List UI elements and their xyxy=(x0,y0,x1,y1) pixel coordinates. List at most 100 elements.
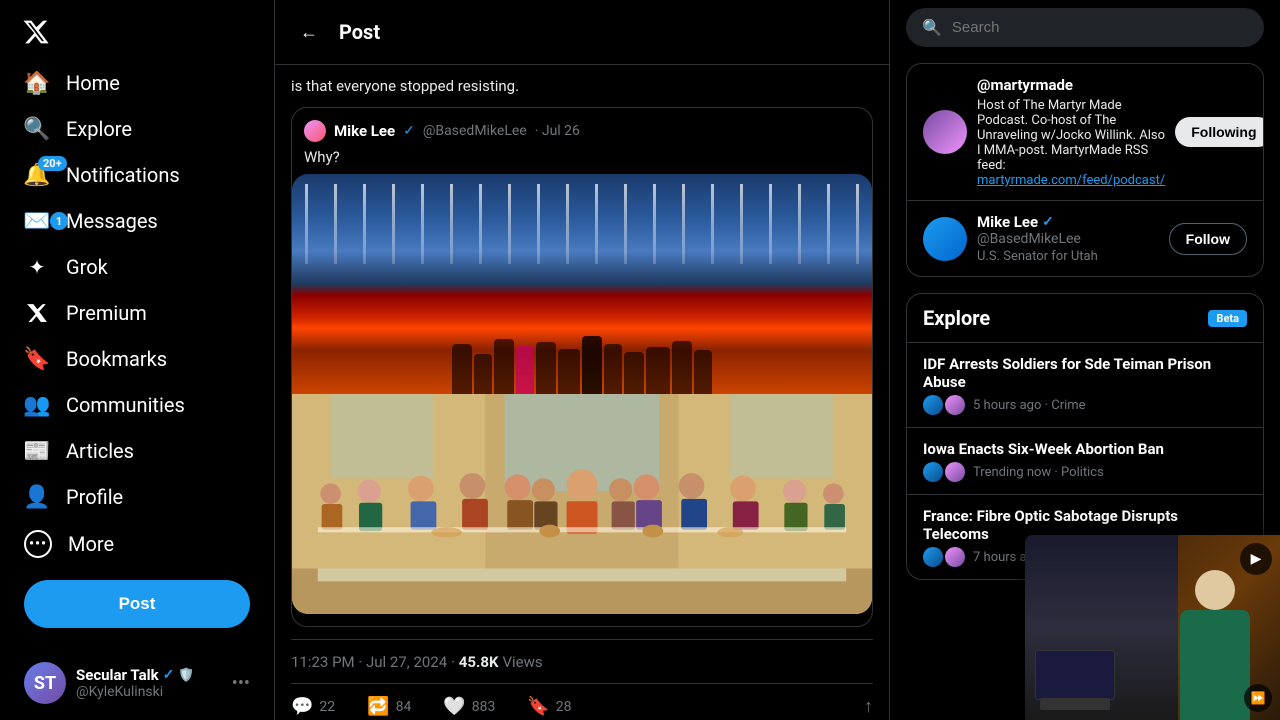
following-button[interactable]: Following xyxy=(1175,117,1264,147)
quoted-tweet[interactable]: Mike Lee ✓ @BasedMikeLee · Jul 26 Why? xyxy=(291,107,873,627)
follow-bio: Host of The Martyr Made Podcast. Co-host… xyxy=(977,98,1165,188)
explore-avatar-2 xyxy=(945,395,965,415)
verified-icon: ✓ xyxy=(1042,214,1054,230)
sidebar-item-label: Notifications xyxy=(66,163,180,187)
retweet-action[interactable]: 🔁 84 xyxy=(367,696,411,717)
articles-icon: 📰 xyxy=(24,438,50,464)
tweet-time: 11:23 PM · Jul 27, 2024 xyxy=(291,653,447,671)
verified-icon: ✓ xyxy=(163,667,175,683)
post-button[interactable]: Post xyxy=(24,580,250,628)
search-input[interactable] xyxy=(952,19,1248,36)
like-icon: 🤍 xyxy=(443,696,465,717)
notifications-badge: 20+ xyxy=(38,156,67,171)
sidebar-item-articles[interactable]: 📰 Articles xyxy=(12,428,262,474)
sidebar-item-grok[interactable]: ✦ Grok xyxy=(12,244,262,290)
tweet-actions: 💬 22 🔁 84 🤍 883 🔖 28 ↑ xyxy=(291,688,873,720)
bookmark-count: 28 xyxy=(556,699,572,715)
quoted-text: Why? xyxy=(292,148,872,174)
sidebar-item-label: Profile xyxy=(66,485,123,509)
explore-meta: 5 hours ago · Crime xyxy=(923,395,1247,415)
post-image xyxy=(292,174,872,614)
user-menu-dots[interactable]: ••• xyxy=(232,673,250,694)
explore-item-0[interactable]: IDF Arrests Soldiers for Sde Teiman Pris… xyxy=(907,343,1263,428)
messages-icon: ✉️ 1 xyxy=(24,208,50,234)
follow-bio-link[interactable]: martyrmade.com/feed/podcast/ xyxy=(977,173,1165,188)
tweet-body: is that everyone stopped resisting. Mike… xyxy=(275,65,889,720)
beta-badge: Beta xyxy=(1208,310,1247,327)
sidebar-item-bookmarks[interactable]: 🔖 Bookmarks xyxy=(12,336,262,382)
home-icon: 🏠 xyxy=(24,70,50,96)
sidebar-item-premium[interactable]: Premium xyxy=(12,290,262,336)
stage-people xyxy=(292,284,872,394)
explore-icon: 🔍 xyxy=(24,116,50,142)
messages-badge: 1 xyxy=(50,212,68,230)
reply-action[interactable]: 💬 22 xyxy=(291,696,335,717)
quoted-name: Mike Lee xyxy=(334,122,395,140)
explore-avatar xyxy=(923,395,943,415)
follow-name: @martyrmade xyxy=(977,76,1165,94)
explore-header: Explore Beta xyxy=(907,294,1263,343)
quoted-date: · Jul 26 xyxy=(535,123,580,139)
sidebar-item-profile[interactable]: 👤 Profile xyxy=(12,474,262,520)
sidebar-item-label: More xyxy=(68,532,114,556)
explore-headline: Iowa Enacts Six-Week Abortion Ban xyxy=(923,440,1247,458)
more-icon: ••• xyxy=(24,530,52,558)
follow-button[interactable]: Follow xyxy=(1169,223,1247,255)
image-bottom xyxy=(292,394,872,614)
bookmark-icon: 🔖 xyxy=(527,696,549,717)
explore-avatar xyxy=(923,547,943,567)
sidebar-item-communities[interactable]: 👥 Communities xyxy=(12,382,262,428)
profile-icon: 👤 xyxy=(24,484,50,510)
follow-bio-mike: U.S. Senator for Utah xyxy=(977,249,1159,264)
bookmark-action[interactable]: 🔖 28 xyxy=(527,696,571,717)
premium-icon xyxy=(24,300,50,326)
sidebar-item-home[interactable]: 🏠 Home xyxy=(12,60,262,106)
sidebar-item-more[interactable]: ••• More xyxy=(12,520,262,568)
follow-avatar xyxy=(923,110,967,154)
notifications-icon: 🔔 20+ xyxy=(24,162,50,188)
page-title: Post xyxy=(339,20,380,44)
right-sidebar: 🔍 @martyrmade Host of The Martyr Made Po… xyxy=(890,0,1280,720)
sidebar-item-label: Articles xyxy=(66,439,134,463)
bookmarks-icon: 🔖 xyxy=(24,346,50,372)
sidebar-item-explore[interactable]: 🔍 Explore xyxy=(12,106,262,152)
video-content: ▶ ⏩ xyxy=(1025,535,1280,720)
explore-avatar xyxy=(923,462,943,482)
explore-headline: IDF Arrests Soldiers for Sde Teiman Pris… xyxy=(923,355,1247,391)
explore-avatars xyxy=(923,395,967,415)
sidebar-user[interactable]: ST Secular Talk ✓ 🛡️ @KyleKulinski ••• xyxy=(12,654,262,712)
x-logo[interactable] xyxy=(12,8,60,56)
sidebar-item-notifications[interactable]: 🔔 20+ Notifications xyxy=(12,152,262,198)
follow-info: @martyrmade Host of The Martyr Made Podc… xyxy=(977,76,1165,188)
back-button[interactable]: ← xyxy=(291,14,327,50)
follow-handle: @BasedMikeLee xyxy=(977,231,1159,247)
skip-button[interactable]: ⏩ xyxy=(1244,684,1272,712)
explore-title: Explore xyxy=(923,306,990,330)
user-info: Secular Talk ✓ 🛡️ @KyleKulinski xyxy=(76,666,222,700)
user-handle: @KyleKulinski xyxy=(76,684,222,700)
left-sidebar: 🏠 Home 🔍 Explore 🔔 20+ Notifications ✉️ … xyxy=(0,0,275,720)
search-bar[interactable]: 🔍 xyxy=(906,8,1264,47)
pip-video[interactable]: ▶ ⏩ xyxy=(1025,535,1280,720)
main-content: ← Post is that everyone stopped resistin… xyxy=(275,0,890,720)
play-button[interactable]: ▶ xyxy=(1240,543,1272,575)
tweet-views: 45.8K xyxy=(459,653,499,671)
follow-item-martyrmade: @martyrmade Host of The Martyr Made Podc… xyxy=(907,64,1263,201)
like-action[interactable]: 🤍 883 xyxy=(443,696,495,717)
share-action[interactable]: ↑ xyxy=(864,696,873,717)
reply-count: 22 xyxy=(319,699,335,715)
explore-item-1[interactable]: Iowa Enacts Six-Week Abortion Ban Trendi… xyxy=(907,428,1263,495)
who-to-follow: @martyrmade Host of The Martyr Made Podc… xyxy=(906,63,1264,277)
quoted-header: Mike Lee ✓ @BasedMikeLee · Jul 26 xyxy=(292,108,872,148)
sidebar-item-label: Premium xyxy=(66,301,147,325)
explore-avatar-2 xyxy=(945,462,965,482)
sidebar-item-messages[interactable]: ✉️ 1 Messages xyxy=(12,198,262,244)
follow-avatar-mike xyxy=(923,217,967,261)
tweet-views-label: Views xyxy=(502,653,542,671)
explore-avatar-2 xyxy=(945,547,965,567)
tweet-meta: 11:23 PM · Jul 27, 2024 · 45.8K Views xyxy=(291,639,873,684)
sidebar-item-label: Bookmarks xyxy=(66,347,167,371)
follow-info-mike: Mike Lee ✓ @BasedMikeLee U.S. Senator fo… xyxy=(977,213,1159,264)
like-count: 883 xyxy=(472,699,496,715)
explore-meta: Trending now · Politics xyxy=(923,462,1247,482)
